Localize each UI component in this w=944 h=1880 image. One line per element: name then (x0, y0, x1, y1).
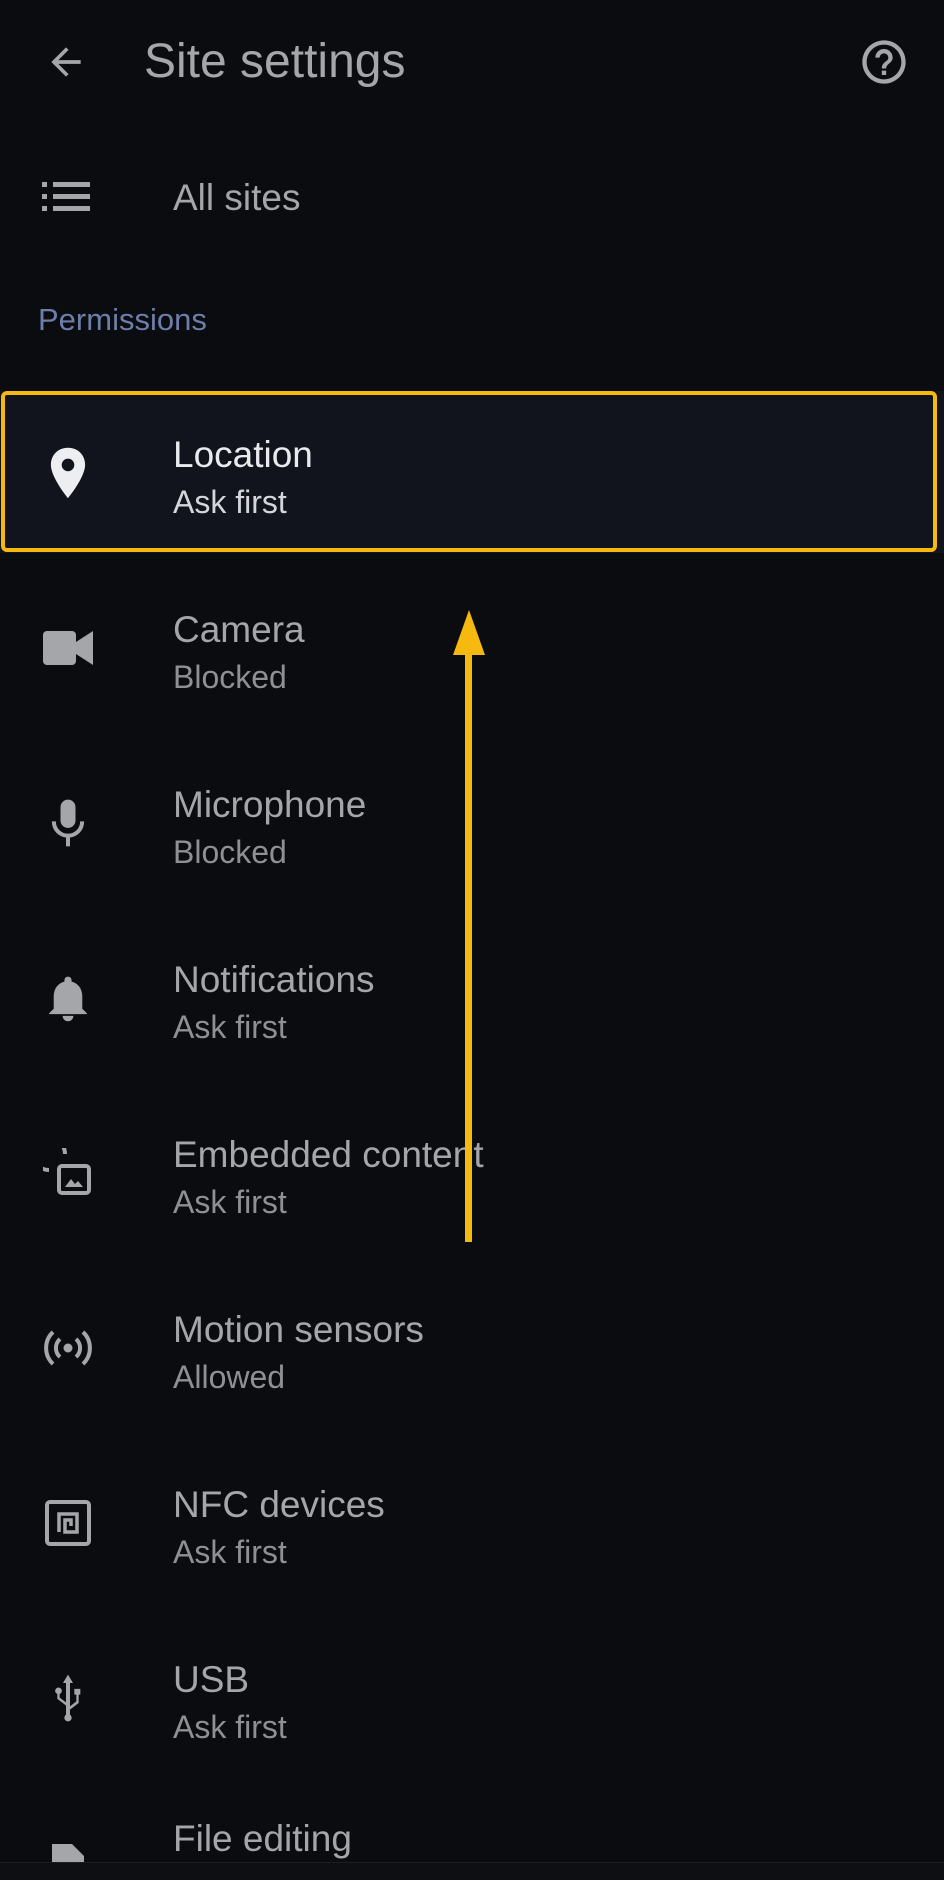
permission-title: File editing (173, 1818, 352, 1859)
usb-icon (38, 1668, 98, 1728)
file-edit-icon (38, 1835, 98, 1862)
microphone-icon (38, 793, 98, 853)
permission-title: Motion sensors (173, 1309, 424, 1350)
video-camera-icon (38, 618, 98, 678)
permission-title: Camera (173, 609, 305, 650)
bottom-edge (0, 1862, 944, 1880)
permission-title: NFC devices (173, 1484, 385, 1525)
permission-status: Blocked (173, 834, 287, 870)
permission-status: Ask first (173, 1184, 287, 1220)
permission-status: Blocked (173, 659, 287, 695)
permission-title: USB (173, 1659, 250, 1700)
sensors-icon (38, 1318, 98, 1378)
permission-item-camera[interactable]: Camera Blocked (0, 566, 944, 728)
permission-status: Ask first (173, 1009, 287, 1045)
permission-title: Embedded content (173, 1134, 484, 1175)
permission-title: Location (173, 434, 313, 475)
permissions-list: Location Ask first Camera Blocked Microp… (0, 0, 944, 1879)
permission-status: Ask first (173, 1709, 287, 1745)
bell-icon (38, 968, 98, 1028)
permission-title: Notifications (173, 959, 375, 1000)
permission-title: Microphone (173, 784, 367, 825)
permission-status: Allowed (173, 1359, 286, 1395)
permission-item-microphone[interactable]: Microphone Blocked (0, 741, 944, 903)
permission-item-embedded-content[interactable]: Embedded content Ask first (0, 1091, 944, 1253)
permission-item-notifications[interactable]: Notifications Ask first (0, 916, 944, 1078)
permission-item-motion-sensors[interactable]: Motion sensors Allowed (0, 1266, 944, 1428)
permission-item-location[interactable]: Location Ask first (0, 391, 944, 553)
permission-item-nfc-devices[interactable]: NFC devices Ask first (0, 1441, 944, 1603)
location-pin-icon (38, 443, 98, 503)
permission-item-file-editing[interactable]: File editing (0, 1791, 944, 1862)
embedded-content-icon (38, 1143, 98, 1203)
permission-status: Ask first (173, 484, 287, 520)
nfc-icon (38, 1493, 98, 1553)
permission-item-usb[interactable]: USB Ask first (0, 1616, 944, 1778)
permission-status: Ask first (173, 1534, 287, 1570)
